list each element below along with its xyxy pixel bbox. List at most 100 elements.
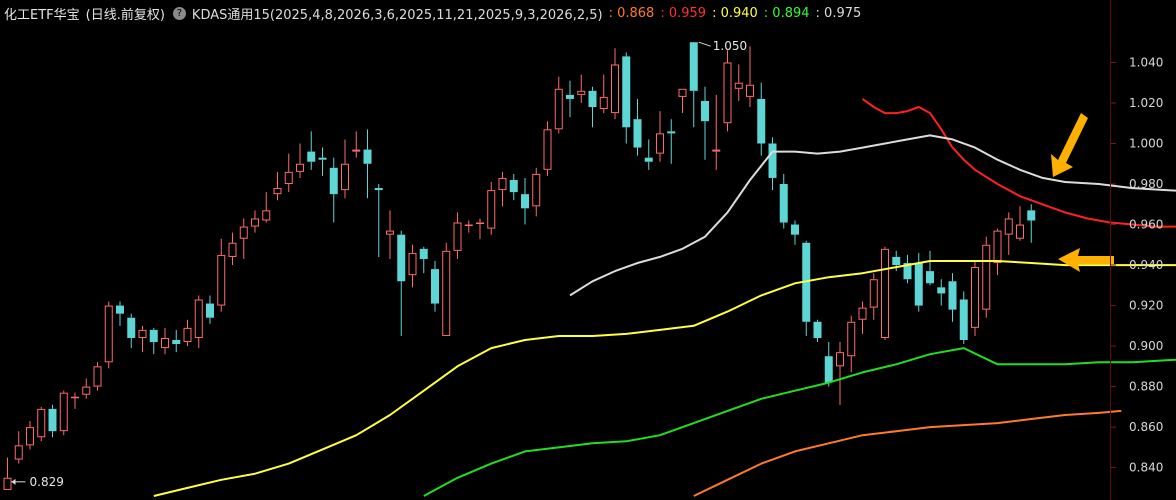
candle [701, 86, 709, 160]
candle [779, 173, 788, 229]
candle-body [779, 184, 788, 223]
candle-body [543, 129, 552, 170]
indicator-line [423, 347, 1176, 497]
candle-body [532, 173, 541, 207]
candle-body [14, 445, 23, 460]
candle-body [183, 327, 192, 343]
candle [543, 121, 552, 176]
candle [982, 236, 991, 318]
candle [273, 171, 282, 201]
y-tick-label: 0.900 [1129, 339, 1163, 353]
candle [352, 131, 361, 158]
candle [813, 319, 822, 343]
candle-body [971, 267, 979, 328]
candle-body [509, 179, 518, 193]
y-tick-label: 0.880 [1129, 380, 1163, 394]
candle [622, 52, 631, 144]
candle [386, 210, 394, 259]
candle-body [566, 94, 574, 99]
candle [228, 232, 237, 266]
candle-body [386, 230, 394, 235]
y-tick-label: 0.840 [1129, 461, 1163, 475]
candle [498, 171, 507, 207]
candle [926, 250, 934, 286]
candle-body [858, 307, 867, 320]
candle-body [453, 222, 462, 251]
candle [284, 153, 293, 193]
candle-body [26, 427, 34, 446]
candle [903, 254, 912, 284]
candle-body [161, 337, 169, 349]
candle-body [104, 305, 113, 363]
indicator-name[interactable]: KDAS通用15(2025,4,8,2026,3,6,2025,11,21,20… [192, 4, 603, 23]
candle-body [959, 299, 968, 341]
candle [172, 329, 181, 353]
candle [374, 184, 383, 257]
candle [1004, 212, 1013, 255]
candle-body [374, 188, 383, 191]
candle-body [307, 151, 316, 162]
low-marker-arrow [11, 478, 16, 485]
candle-body [926, 271, 934, 284]
candle-body [892, 256, 901, 266]
candle-body [262, 210, 271, 221]
candle [329, 157, 338, 223]
candle [1027, 204, 1036, 243]
candle-body [1016, 224, 1024, 239]
candle [802, 240, 811, 336]
candle [161, 327, 169, 355]
candle-body [599, 96, 608, 110]
candle-body [228, 242, 237, 257]
candle-body [442, 250, 451, 336]
candle [599, 74, 608, 114]
candle [881, 246, 889, 341]
chart-header: 化工ETF华宝 (日线.前复权) ? KDAS通用15(2025,4,8,202… [0, 0, 867, 26]
indicator-line [861, 98, 1176, 228]
candle-body [588, 90, 597, 108]
candle [836, 342, 844, 405]
candle [824, 342, 833, 387]
candle-body [127, 317, 136, 338]
candle-body [3, 477, 12, 490]
candle-body [768, 143, 777, 178]
candle-body [937, 287, 946, 294]
high-marker-line [698, 41, 711, 47]
candle [678, 88, 687, 114]
candle-body [71, 396, 79, 399]
candle-body [498, 177, 507, 191]
candle [262, 192, 271, 223]
candle [194, 295, 203, 349]
candle [521, 177, 529, 225]
candle [937, 279, 946, 306]
candle [363, 129, 372, 199]
candle [644, 139, 653, 170]
candle-body [734, 82, 743, 89]
candle-body [116, 305, 124, 314]
candle-body [611, 64, 619, 114]
candle [3, 457, 12, 490]
candle [532, 167, 541, 217]
candle-body [813, 321, 822, 338]
y-tick-label: 0.920 [1129, 299, 1163, 313]
candle-body [194, 299, 203, 338]
candle-body [1004, 218, 1013, 235]
candle-body [149, 329, 158, 343]
candle [971, 261, 979, 336]
arrow-pointer-icon [1051, 113, 1088, 177]
candle [431, 261, 439, 312]
candle-body [678, 88, 687, 97]
y-tick-label: 0.960 [1129, 218, 1163, 232]
candle [138, 325, 147, 353]
candle-body [397, 234, 406, 282]
candle-body [206, 303, 214, 318]
candle-body [701, 100, 709, 122]
candle [667, 119, 676, 164]
info-icon[interactable]: ? [172, 6, 186, 20]
candle [307, 131, 316, 170]
indicator-value-gray: : 0.975 [815, 5, 862, 21]
candle-body [712, 149, 721, 152]
candle [419, 246, 428, 274]
candle-body [251, 218, 259, 227]
candle [757, 82, 766, 156]
candle [408, 244, 417, 288]
